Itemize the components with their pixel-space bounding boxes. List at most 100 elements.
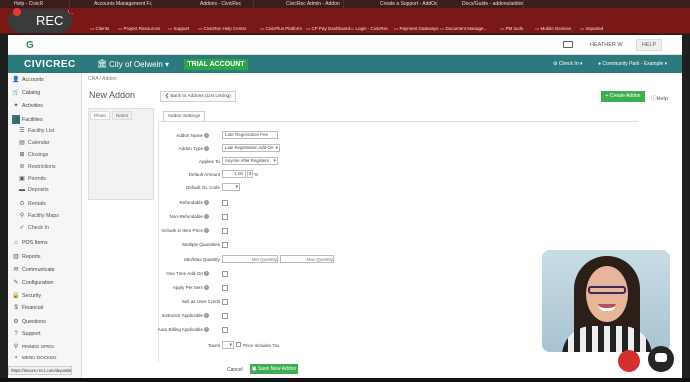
- applies-to-label: Applies To: [198, 159, 220, 164]
- mail-icon[interactable]: [563, 41, 573, 48]
- amount-type-toggle[interactable]: $: [247, 170, 253, 178]
- browser-tab[interactable]: CivicRec Admin - Addon: [282, 0, 344, 8]
- bookmark[interactable]: Imported: [580, 26, 604, 32]
- sidebar-item-deposits[interactable]: ▬ Deposits: [18, 187, 49, 193]
- bookmark[interactable]: CivicPlus Platform: [260, 26, 303, 32]
- sidebar-item-communicate[interactable]: ✉ Communicate: [12, 266, 55, 273]
- non-refundable-checkbox[interactable]: [222, 214, 228, 220]
- sidebar-item-rentals[interactable]: ⊙ Rentals: [18, 200, 45, 207]
- location-label: Community Park - Example: [602, 61, 664, 67]
- taxes-select[interactable]: [222, 341, 234, 349]
- bookmark[interactable]: Clients: [90, 26, 110, 32]
- sidebar-item-configuration[interactable]: ✎ Configuration: [12, 279, 53, 286]
- sidebar-item-accounts[interactable]: 👤 Accounts: [12, 76, 44, 83]
- address-bar[interactable]: [0, 8, 690, 24]
- browser-tab-strip: Help - CivicR Accounts Management Fac...…: [0, 0, 690, 8]
- deposit-icon: ▬: [19, 187, 25, 193]
- sidebar-item-activities[interactable]: ✦ Activities: [12, 102, 42, 109]
- breadcrumb[interactable]: CRA / Addon: [88, 76, 117, 82]
- record-control-icon[interactable]: [618, 350, 640, 372]
- include-in-price-checkbox[interactable]: [222, 228, 228, 234]
- support-icon: ?: [14, 331, 18, 337]
- multiple-quantities-checkbox[interactable]: [222, 242, 228, 248]
- tab-addon-settings[interactable]: Addon Settings: [163, 111, 205, 121]
- bookmark[interactable]: Payment Gateways: [394, 26, 439, 32]
- bookmark[interactable]: Support: [168, 26, 190, 32]
- min-quantity-input[interactable]: [222, 255, 278, 263]
- info-icon[interactable]: i: [204, 285, 209, 291]
- info-icon[interactable]: i: [204, 271, 209, 277]
- percent-unit[interactable]: %: [254, 172, 258, 177]
- gl-code-select[interactable]: [222, 183, 240, 191]
- sidebar-item-catalog[interactable]: 🛒 Catalog: [12, 89, 40, 96]
- info-icon[interactable]: i: [204, 327, 209, 333]
- addon-name-input[interactable]: Late Registration Fee: [222, 131, 278, 139]
- addon-type-select[interactable]: Late Registration Add-On: [222, 144, 280, 152]
- sell-as-user-credit-checkbox[interactable]: [222, 299, 228, 305]
- sidebar-item-questions[interactable]: ⚙ Questions: [12, 318, 46, 325]
- location-selector[interactable]: ● Community Park - Example ▾: [598, 61, 667, 67]
- sidebar-item-facility-maps[interactable]: ⚲ Facility Maps: [18, 212, 59, 219]
- field-label-text: Auto Billing Applicable: [157, 327, 203, 332]
- price-includes-tax-checkbox[interactable]: [236, 342, 241, 347]
- page-title: New Addon: [89, 90, 136, 100]
- sidebar-item-facilities[interactable]: ▦ Facilities: [12, 115, 43, 124]
- sidebar-item-facility-list[interactable]: ☰ Facility List: [18, 127, 54, 134]
- sidebar-item-calendar[interactable]: ▤ Calendar: [18, 139, 50, 146]
- sidebar-item-support[interactable]: ? Support: [12, 331, 40, 337]
- cancel-button[interactable]: Cancel: [227, 367, 243, 373]
- status-url: https://secure.rec1.com/deposits: [8, 366, 72, 375]
- sidebar-item-financial[interactable]: $ Financial: [12, 305, 43, 311]
- bookmark[interactable]: CivicRec Help Center: [198, 26, 247, 32]
- brand-name[interactable]: CIVICREC: [24, 59, 76, 70]
- browser-tab[interactable]: Create a Support - AddOdd: [376, 0, 438, 8]
- bookmark[interactable]: Document Manage...: [440, 26, 488, 32]
- sidebar-pinned-open[interactable]: ⚲ PINNED OPEN: [12, 343, 54, 350]
- sidebar-item-label: Calendar: [28, 140, 50, 146]
- bookmark[interactable]: PM tools: [500, 26, 524, 32]
- bookmark[interactable]: Login - CivicRec: [350, 26, 389, 32]
- help-button[interactable]: HELP: [636, 39, 662, 51]
- create-addon-button[interactable]: + Create Addon: [601, 91, 645, 102]
- info-icon[interactable]: i: [204, 214, 209, 220]
- user-name[interactable]: HEATHER W: [590, 42, 623, 48]
- sidebar-item-pos-items[interactable]: ⌂ POS Items: [12, 240, 48, 246]
- back-to-addons-button[interactable]: ❮ Back to Addons (List Listing): [160, 91, 236, 102]
- sidebar-item-check-in[interactable]: ✓ Check In: [18, 224, 48, 231]
- info-icon[interactable]: i: [204, 146, 209, 152]
- bookmark[interactable]: CP Pay Dashboard: [306, 26, 350, 32]
- sidebar-item-label: Communicate: [22, 267, 55, 273]
- sidebar-item-label: POS Items: [22, 240, 48, 246]
- sidebar-menu-docked[interactable]: ▪ MENU DOCKED: [12, 355, 57, 361]
- browser-tab[interactable]: Docs/Guide - addons/addon: [458, 0, 524, 8]
- info-icon[interactable]: i: [204, 228, 209, 234]
- info-icon[interactable]: i: [204, 133, 209, 139]
- civicrec-logo-icon[interactable]: G: [26, 40, 34, 51]
- save-new-addon-button[interactable]: ▣ Save New Addon: [250, 364, 298, 374]
- browser-tab[interactable]: Help - CivicR: [10, 0, 70, 8]
- refundable-checkbox[interactable]: [222, 200, 228, 206]
- browser-tab[interactable]: Accounts Management Fac...: [90, 0, 152, 8]
- instructor-applicable-checkbox[interactable]: [222, 313, 228, 319]
- bookmark[interactable]: Project Resources: [118, 26, 161, 32]
- city-selector[interactable]: City of Oelwein ▾: [109, 60, 169, 69]
- one-time-checkbox[interactable]: [222, 271, 228, 277]
- info-icon[interactable]: i: [204, 313, 209, 319]
- default-amount-input[interactable]: 1.00: [222, 170, 246, 178]
- sidebar-item-restrictions[interactable]: ⊘ Restrictions: [18, 163, 55, 170]
- auto-billing-checkbox[interactable]: [222, 327, 228, 333]
- apply-per-item-checkbox[interactable]: [222, 285, 228, 291]
- check-in-menu[interactable]: ⚙ Check In ▾: [553, 61, 583, 67]
- sidebar-item-security[interactable]: 🔒 Security: [12, 292, 41, 299]
- max-quantity-input[interactable]: [280, 255, 334, 263]
- sidebar-item-reports[interactable]: ▥ Reports: [12, 253, 40, 260]
- sidebar-item-closings[interactable]: ⊠ Closings: [18, 151, 48, 158]
- applies-to-select[interactable]: Anyone After Registers: [222, 157, 278, 165]
- browser-tab[interactable]: Addons - CivicRec: [196, 0, 254, 8]
- info-icon[interactable]: i: [204, 200, 209, 206]
- tab-photo[interactable]: Photo: [90, 111, 110, 120]
- tab-notes[interactable]: Notes: [112, 111, 132, 120]
- help-link[interactable]: ⓘHelp: [651, 94, 668, 102]
- bookmark[interactable]: Mobile Devices: [535, 26, 572, 32]
- sidebar-item-permits[interactable]: ▣ Permits: [18, 175, 46, 182]
